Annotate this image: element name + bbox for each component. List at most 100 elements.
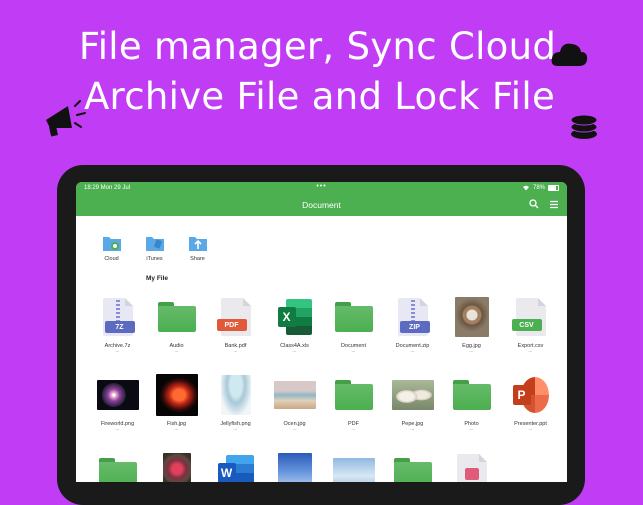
file-item[interactable]: Photo ...: [442, 374, 501, 452]
file-meta: ...: [410, 348, 415, 354]
file-meta: ...: [292, 348, 297, 354]
file-item[interactable]: [147, 452, 206, 482]
video-file-icon: [456, 454, 487, 482]
section-title-my-file: My File: [146, 275, 169, 282]
file-item[interactable]: Egg.jpg ...: [442, 296, 501, 374]
photo-thumbnail: [155, 374, 198, 416]
file-meta: ...: [528, 348, 533, 354]
file-item[interactable]: Audio ...: [147, 296, 206, 374]
file-item[interactable]: Jellyfish.png ...: [206, 374, 265, 452]
file-meta: ...: [233, 348, 238, 354]
file-meta: ...: [292, 426, 297, 432]
file-meta: ...: [410, 426, 415, 432]
menu-icon[interactable]: [549, 200, 559, 209]
file-meta: ...: [351, 348, 356, 354]
folder-icon: [393, 458, 432, 482]
file-row: W: [88, 452, 567, 482]
file-item[interactable]: PDF ...: [324, 374, 383, 452]
battery-percent: 78%: [532, 185, 545, 191]
photo-thumbnail: [454, 297, 489, 337]
file-type-badge: 7Z: [104, 321, 135, 333]
cloud-icon: [551, 43, 588, 66]
file-item[interactable]: P Presenter.ppt ...: [501, 374, 560, 452]
itunes-folder-icon: [145, 237, 164, 251]
file-item[interactable]: Fireworld.png ...: [88, 374, 147, 452]
folder-icon: [334, 302, 373, 332]
powerpoint-icon: P: [512, 377, 549, 413]
battery-icon: [548, 185, 559, 191]
file-type-badge: CSV: [511, 319, 542, 331]
file-meta: ...: [115, 348, 120, 354]
file-item[interactable]: X Class4A.xls ...: [265, 296, 324, 374]
app-screen: 18:29 Mon 29 Jul ••• 78% Document Cloud: [76, 182, 567, 482]
folder-icon: [157, 302, 196, 332]
file-item[interactable]: [383, 452, 442, 482]
file-grid: 7Z Archive.7z ... Audio ... PDF Bank.pdf…: [88, 296, 567, 482]
file-meta: ...: [469, 426, 474, 432]
pdf-icon: PDF: [216, 298, 251, 336]
status-time: 18:29 Mon 29 Jul: [84, 185, 131, 191]
file-item[interactable]: Pepe.jpg ...: [383, 374, 442, 452]
file-row: Fireworld.png ... Fish.jpg ... Jellyfish…: [88, 374, 567, 452]
csv-icon: CSV: [511, 298, 546, 336]
file-item[interactable]: Ocen.jpg ...: [265, 374, 324, 452]
file-item[interactable]: [265, 452, 324, 482]
photo-thumbnail: [332, 458, 375, 482]
multitask-dots[interactable]: •••: [316, 183, 326, 190]
photo-thumbnail: [220, 375, 251, 415]
file-item[interactable]: PDF Bank.pdf ...: [206, 296, 265, 374]
headline-line-2: Archive File and Lock File: [83, 75, 556, 118]
megaphone-icon: [46, 100, 86, 137]
file-item[interactable]: [88, 452, 147, 482]
quick-item-label: Share: [190, 256, 205, 262]
cloud-folder-icon: [102, 237, 121, 251]
headline-line-1: File manager, Sync Cloud: [78, 25, 557, 68]
file-meta: ...: [115, 426, 120, 432]
quick-item-label: Cloud: [104, 256, 119, 262]
quick-item-share[interactable]: Share: [176, 234, 219, 262]
photo-thumbnail: [391, 380, 434, 410]
7z-archive-icon: 7Z: [102, 298, 135, 336]
excel-icon: X: [277, 299, 312, 335]
file-type-badge: ZIP: [399, 321, 430, 333]
photo-thumbnail: [162, 453, 191, 482]
photo-thumbnail: [277, 453, 312, 482]
file-type-badge: W: [217, 463, 236, 482]
file-item[interactable]: W: [206, 452, 265, 482]
file-item[interactable]: ZIP Document.zip ...: [383, 296, 442, 374]
file-row: 7Z Archive.7z ... Audio ... PDF Bank.pdf…: [88, 296, 567, 374]
file-type-badge: X: [277, 307, 296, 327]
page-title: Document: [302, 200, 341, 210]
file-item[interactable]: Fish.jpg ...: [147, 374, 206, 452]
quick-item-itunes[interactable]: iTunes: [133, 234, 176, 262]
file-item[interactable]: Document ...: [324, 296, 383, 374]
file-meta: ...: [528, 426, 533, 432]
file-type-badge: PDF: [216, 319, 247, 331]
photo-thumbnail: [273, 381, 316, 409]
file-item[interactable]: CSV Export.csv ...: [501, 296, 560, 374]
photo-thumbnail: [96, 380, 139, 410]
quick-item-label: iTunes: [146, 256, 163, 262]
wifi-icon: [522, 185, 529, 191]
file-meta: ...: [351, 426, 356, 432]
search-icon[interactable]: [529, 199, 539, 209]
file-item[interactable]: [324, 452, 383, 482]
word-icon: W: [217, 455, 254, 482]
quick-item-cloud[interactable]: Cloud: [90, 234, 133, 262]
file-item[interactable]: 7Z Archive.7z ...: [88, 296, 147, 374]
file-item[interactable]: [442, 452, 501, 482]
file-type-badge: P: [512, 385, 531, 405]
file-meta: ...: [233, 426, 238, 432]
status-bar: 18:29 Mon 29 Jul ••• 78%: [76, 182, 567, 194]
share-folder-icon: [188, 237, 207, 251]
file-meta: ...: [174, 426, 179, 432]
folder-icon: [98, 458, 137, 482]
folder-icon: [334, 380, 373, 410]
file-meta: ...: [174, 348, 179, 354]
nav-bar: Document: [76, 194, 567, 216]
file-meta: ...: [469, 348, 474, 354]
folder-icon: [452, 380, 491, 410]
quick-access: Cloud iTunes Share: [76, 216, 567, 262]
coins-icon: [570, 114, 598, 139]
zip-archive-icon: ZIP: [397, 298, 430, 336]
